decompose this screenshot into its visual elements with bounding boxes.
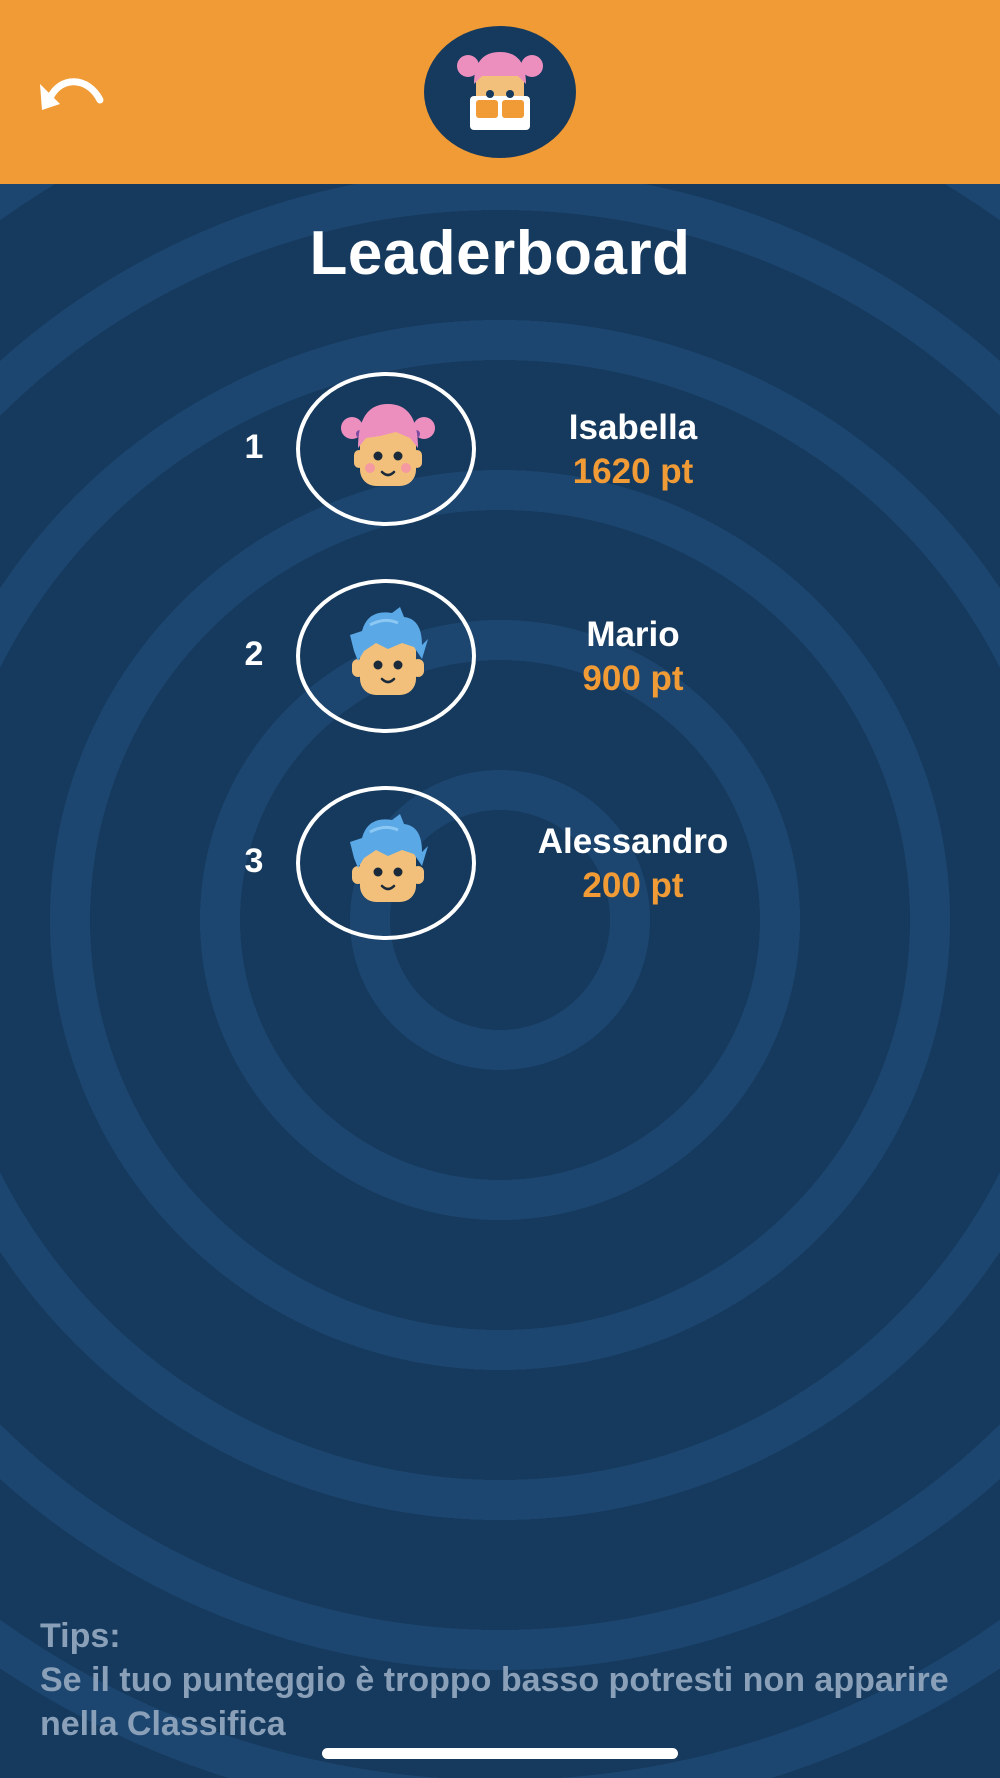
- rank-number: 1: [244, 428, 264, 466]
- rank-number: 2: [244, 635, 264, 673]
- boy-blue-hair-avatar-icon: [350, 814, 428, 902]
- girl-pink-hair-avatar-icon: [341, 404, 435, 486]
- undo-arrow-icon: [40, 78, 104, 110]
- tips-text: Se il tuo punteggio è troppo basso potre…: [40, 1661, 949, 1743]
- player-score: 900 pt: [582, 659, 684, 698]
- leaderboard-row: 3 Alessandro 200 pt: [0, 786, 1000, 946]
- home-indicator[interactable]: [322, 1748, 678, 1759]
- rank-number: 3: [244, 842, 264, 880]
- player-avatar: [296, 372, 476, 526]
- player-score: 1620 pt: [572, 452, 694, 491]
- page-title: Leaderboard: [309, 219, 691, 288]
- player-avatar: [296, 579, 476, 733]
- back-button[interactable]: [38, 68, 108, 118]
- leaderboard-row: 1 Isabella 1620 pt: [0, 372, 1000, 532]
- profile-avatar-button[interactable]: [424, 26, 576, 158]
- leaderboard-row: 2 Mario 900 pt: [0, 579, 1000, 739]
- boy-blue-hair-avatar-icon: [350, 607, 428, 695]
- player-name: Mario: [586, 615, 680, 654]
- player-avatar: [296, 786, 476, 940]
- tips-section: Tips: Se il tuo punteggio è troppo basso…: [40, 1614, 970, 1746]
- player-score: 200 pt: [582, 866, 684, 905]
- top-bar: [0, 0, 1000, 184]
- girl-avatar-with-glasses-icon: [457, 52, 543, 130]
- tips-label: Tips:: [40, 1617, 121, 1655]
- player-name: Alessandro: [537, 822, 729, 861]
- player-name: Isabella: [568, 408, 698, 447]
